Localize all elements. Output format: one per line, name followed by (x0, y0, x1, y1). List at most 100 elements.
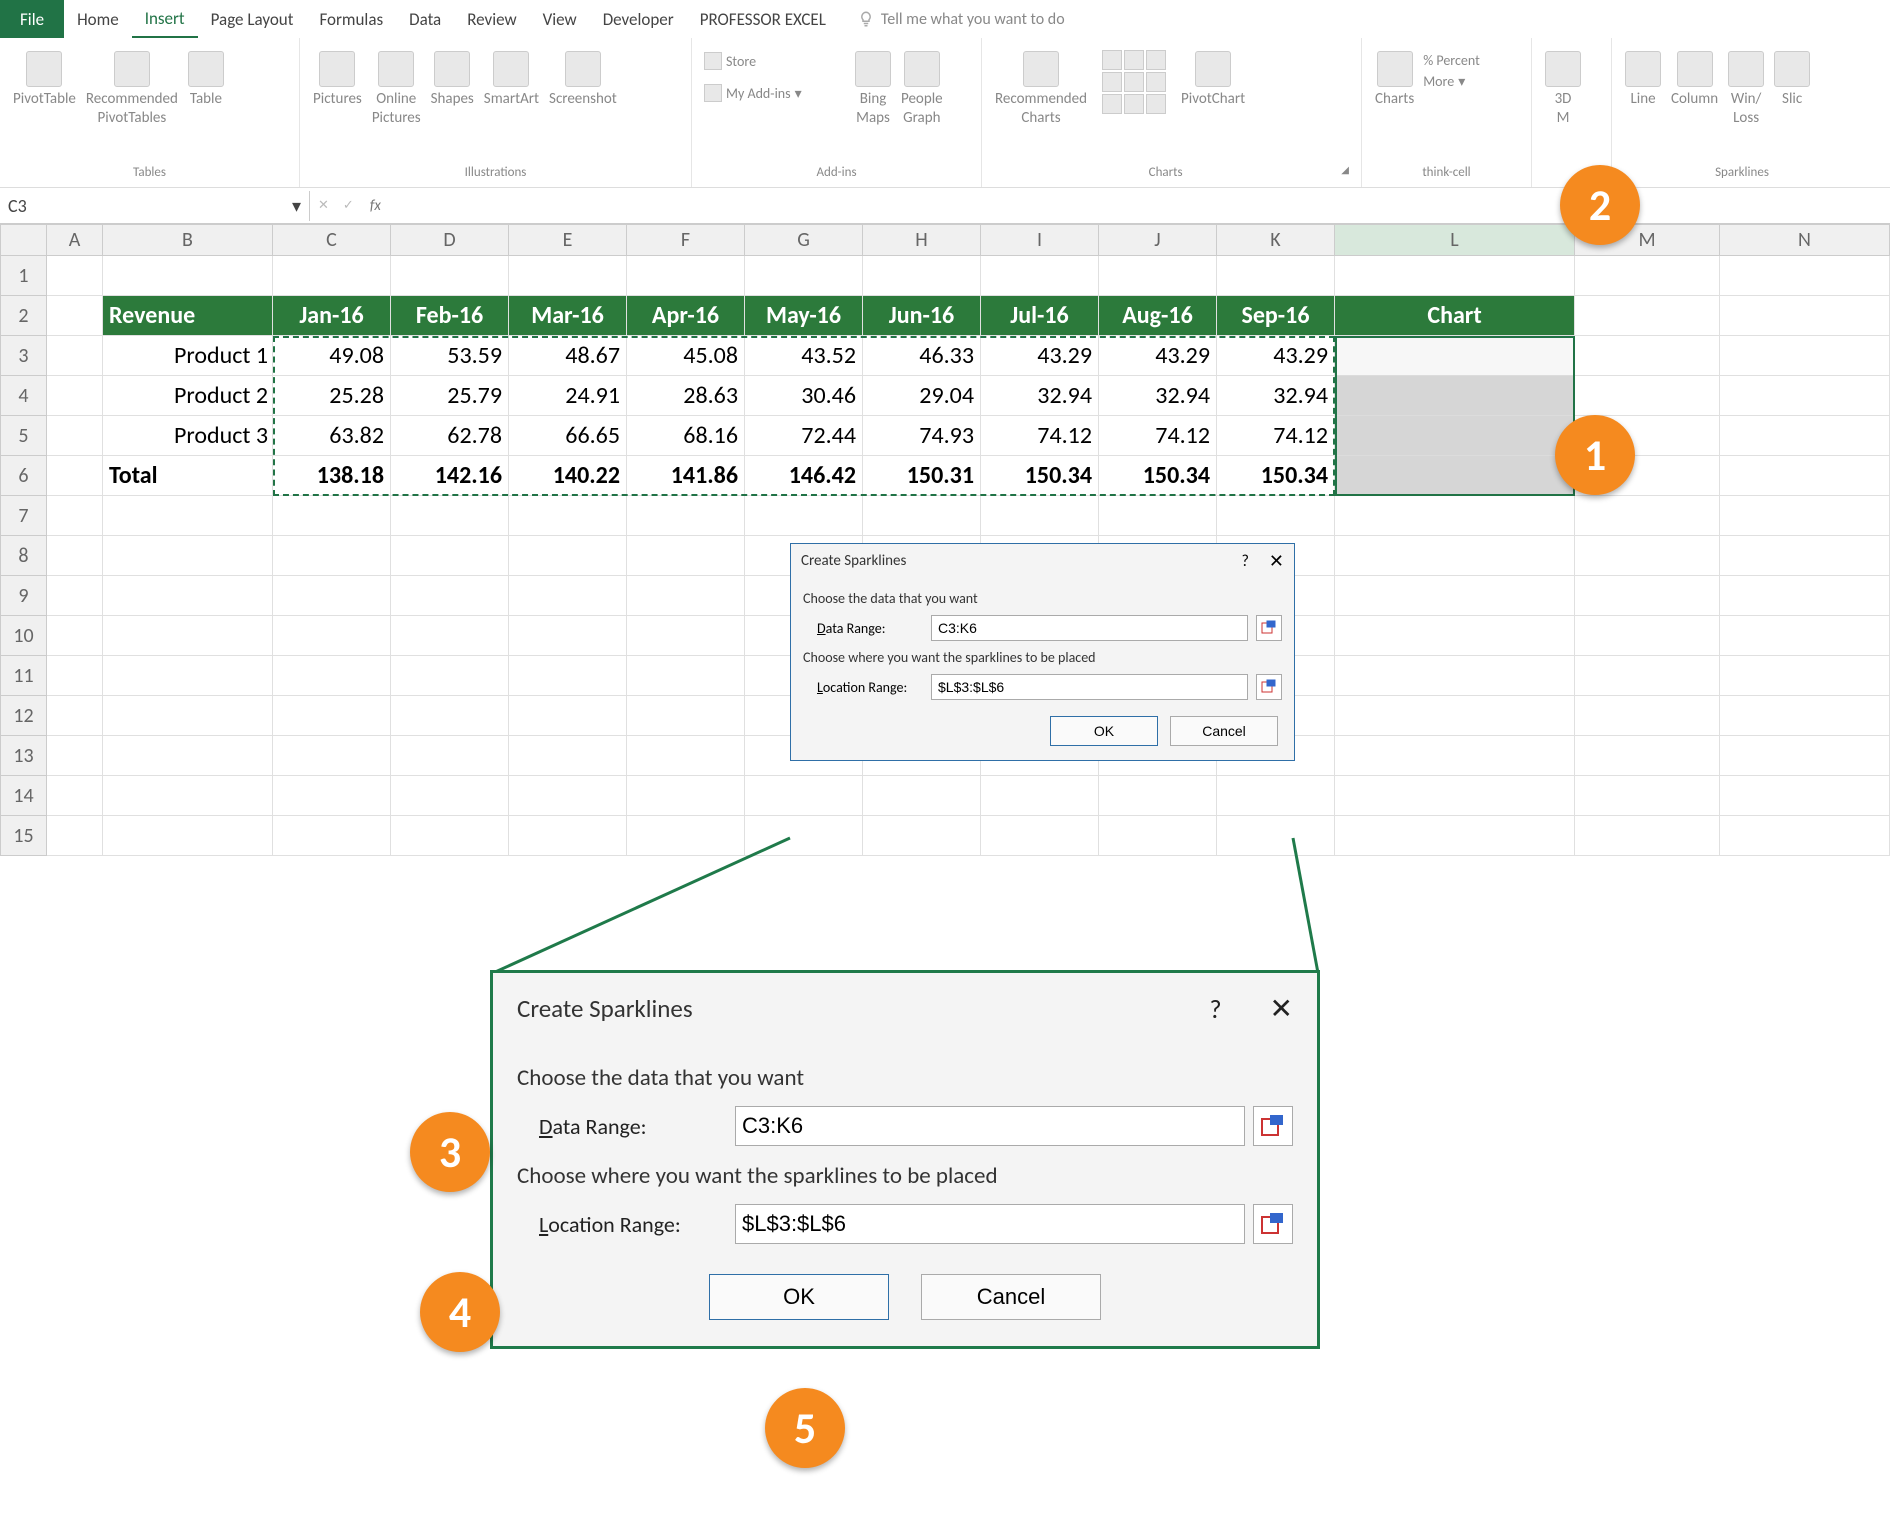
cell-H6[interactable]: 150.31 (863, 456, 981, 496)
cell-E13[interactable] (509, 736, 627, 776)
location-range-input[interactable] (931, 674, 1248, 700)
cell-G14[interactable] (745, 776, 863, 816)
online-pictures-button[interactable]: Online Pictures (367, 44, 426, 134)
cell-A1[interactable] (47, 256, 103, 296)
cell-J15[interactable] (1099, 816, 1217, 856)
cell-E14[interactable] (509, 776, 627, 816)
col-header-K[interactable]: K (1217, 224, 1335, 256)
cell-C5[interactable]: 63.82 (273, 416, 391, 456)
ok-button[interactable]: OK (1050, 716, 1158, 746)
cell-F12[interactable] (627, 696, 745, 736)
cell-N1[interactable] (1720, 256, 1890, 296)
location-range-picker-icon-zoom[interactable] (1253, 1204, 1293, 1244)
cell-C11[interactable] (273, 656, 391, 696)
cell-G7[interactable] (745, 496, 863, 536)
cell-L12[interactable] (1335, 696, 1575, 736)
cell-E3[interactable]: 48.67 (509, 336, 627, 376)
cell-F6[interactable]: 141.86 (627, 456, 745, 496)
cell-B9[interactable] (103, 576, 273, 616)
row-header-4[interactable]: 4 (0, 376, 47, 416)
cell-G2[interactable]: May-16 (745, 296, 863, 336)
pivotchart-button[interactable]: PivotChart (1176, 44, 1250, 134)
accept-formula-icon[interactable]: ✓ (343, 198, 354, 213)
cell-M13[interactable] (1575, 736, 1720, 776)
cell-B4[interactable]: Product 2 (103, 376, 273, 416)
cell-N12[interactable] (1720, 696, 1890, 736)
cell-K15[interactable] (1217, 816, 1335, 856)
cell-B3[interactable]: Product 1 (103, 336, 273, 376)
cell-L15[interactable] (1335, 816, 1575, 856)
cell-D5[interactable]: 62.78 (391, 416, 509, 456)
cell-B12[interactable] (103, 696, 273, 736)
cell-A5[interactable] (47, 416, 103, 456)
cell-L10[interactable] (1335, 616, 1575, 656)
cell-J3[interactable]: 43.29 (1099, 336, 1217, 376)
cell-B8[interactable] (103, 536, 273, 576)
cell-L13[interactable] (1335, 736, 1575, 776)
cell-A2[interactable] (47, 296, 103, 336)
help-icon[interactable]: ? (1221, 552, 1268, 571)
cell-I3[interactable]: 43.29 (981, 336, 1099, 376)
cell-B5[interactable]: Product 3 (103, 416, 273, 456)
row-header-11[interactable]: 11 (0, 656, 47, 696)
location-range-input-zoom[interactable] (735, 1204, 1245, 1244)
cell-I6[interactable]: 150.34 (981, 456, 1099, 496)
cell-J4[interactable]: 32.94 (1099, 376, 1217, 416)
cell-F8[interactable] (627, 536, 745, 576)
thinkcell-charts-button[interactable]: Charts (1370, 44, 1419, 134)
cell-M14[interactable] (1575, 776, 1720, 816)
cell-H14[interactable] (863, 776, 981, 816)
row-header-15[interactable]: 15 (0, 816, 47, 856)
cell-C15[interactable] (273, 816, 391, 856)
cell-A4[interactable] (47, 376, 103, 416)
cell-B15[interactable] (103, 816, 273, 856)
cell-D15[interactable] (391, 816, 509, 856)
screenshot-button[interactable]: Screenshot (544, 44, 622, 134)
tab-professor-excel[interactable]: PROFESSOR EXCEL (687, 0, 839, 38)
cell-A8[interactable] (47, 536, 103, 576)
cell-C8[interactable] (273, 536, 391, 576)
cell-M10[interactable] (1575, 616, 1720, 656)
cell-N8[interactable] (1720, 536, 1890, 576)
close-icon[interactable]: ✕ (1269, 550, 1284, 572)
cell-M2[interactable] (1575, 296, 1720, 336)
cell-F15[interactable] (627, 816, 745, 856)
ok-button-zoom[interactable]: OK (709, 1274, 889, 1320)
cell-D9[interactable] (391, 576, 509, 616)
cell-L7[interactable] (1335, 496, 1575, 536)
data-range-input-zoom[interactable] (735, 1106, 1245, 1146)
tab-data[interactable]: Data (396, 0, 454, 38)
cell-G6[interactable]: 146.42 (745, 456, 863, 496)
cell-G1[interactable] (745, 256, 863, 296)
cell-E6[interactable]: 140.22 (509, 456, 627, 496)
store-button[interactable]: Store (700, 50, 850, 72)
cell-E10[interactable] (509, 616, 627, 656)
slicer-button[interactable]: Slic (1769, 44, 1815, 134)
col-header-F[interactable]: F (627, 224, 745, 256)
sparkline-line-button[interactable]: Line (1620, 44, 1666, 134)
cell-L9[interactable] (1335, 576, 1575, 616)
row-header-3[interactable]: 3 (0, 336, 47, 376)
smartart-button[interactable]: SmartArt (479, 44, 544, 134)
cell-K5[interactable]: 74.12 (1217, 416, 1335, 456)
cell-N14[interactable] (1720, 776, 1890, 816)
cell-B11[interactable] (103, 656, 273, 696)
cell-D8[interactable] (391, 536, 509, 576)
cell-L6[interactable] (1335, 456, 1575, 496)
cell-K4[interactable]: 32.94 (1217, 376, 1335, 416)
cell-E12[interactable] (509, 696, 627, 736)
more-button[interactable]: More ▾ (1419, 71, 1484, 92)
tab-review[interactable]: Review (454, 0, 529, 38)
row-header-9[interactable]: 9 (0, 576, 47, 616)
cell-N15[interactable] (1720, 816, 1890, 856)
cell-B13[interactable] (103, 736, 273, 776)
cell-M3[interactable] (1575, 336, 1720, 376)
cell-F11[interactable] (627, 656, 745, 696)
cell-L8[interactable] (1335, 536, 1575, 576)
cell-K3[interactable]: 43.29 (1217, 336, 1335, 376)
cell-C7[interactable] (273, 496, 391, 536)
cell-C2[interactable]: Jan-16 (273, 296, 391, 336)
cell-L3[interactable] (1335, 336, 1575, 376)
cell-D6[interactable]: 142.16 (391, 456, 509, 496)
cell-F5[interactable]: 68.16 (627, 416, 745, 456)
